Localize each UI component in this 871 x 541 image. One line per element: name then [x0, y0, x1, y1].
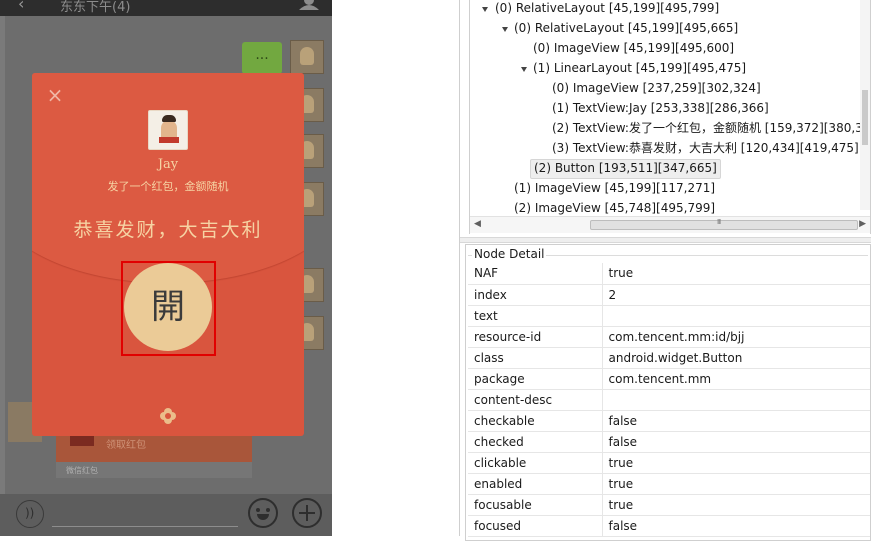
property-name: focusable	[468, 494, 603, 516]
scroll-left-arrow-icon[interactable]: ◀	[474, 219, 481, 229]
device-screenshot[interactable]: ‹ 东东下午(4) ... 领取红包 微信红包 )) × Jay 发了一个红包，…	[0, 0, 332, 536]
property-value[interactable]: android.widget.Button	[602, 347, 870, 369]
tree-vertical-scrollbar[interactable]	[860, 0, 870, 210]
property-name: clickable	[468, 452, 603, 474]
table-row[interactable]: class android.widget.Button	[468, 347, 870, 369]
table-row[interactable]: checked false	[468, 431, 870, 453]
table-row[interactable]: resource-id com.tencent.mm:id/bjj	[468, 326, 870, 348]
property-name: NAF	[468, 263, 603, 285]
sender-name: Jay	[157, 157, 179, 172]
emoji-icon[interactable]	[248, 498, 278, 528]
scrollbar-grip: III	[717, 218, 721, 226]
chat-title: 东东下午(4)	[60, 0, 131, 15]
table-row[interactable]: NAF true	[468, 263, 870, 285]
property-name: focused	[468, 515, 603, 537]
horizontal-splitter[interactable]	[460, 237, 871, 243]
tree-node[interactable]: (0) RelativeLayout [45,199][495,799]	[492, 0, 722, 20]
scrollbar-thumb[interactable]	[590, 220, 858, 230]
property-name: enabled	[468, 473, 603, 495]
node-detail-table: NAF true index 2 text resource-id com.tence…	[468, 263, 870, 537]
red-packet-dialog: × Jay 发了一个红包，金额随机 恭喜发财，大吉大利 開	[32, 73, 304, 436]
tree-node[interactable]: (1) LinearLayout [45,199][495,475]	[530, 60, 749, 80]
red-packet-subtitle: 发了一个红包，金额随机	[107, 180, 229, 193]
table-row[interactable]: content-desc	[468, 389, 870, 411]
tree-node-selected[interactable]: (2) Button [193,511][347,665]	[530, 159, 721, 179]
text-input[interactable]	[52, 526, 238, 527]
property-value[interactable]: false	[602, 515, 870, 537]
chat-input-bar: ))	[0, 494, 332, 536]
property-value[interactable]	[602, 305, 870, 327]
expand-toggle-icon[interactable]	[521, 67, 527, 72]
table-row[interactable]: clickable true	[468, 452, 870, 474]
tree-node[interactable]: (2) TextView:发了一个红包，金额随机 [159,372][380,3…	[549, 120, 870, 140]
table-row[interactable]: enabled true	[468, 473, 870, 495]
tree-node[interactable]: (0) RelativeLayout [45,199][495,665]	[511, 20, 741, 40]
red-packet-message-label: 领取红包	[106, 440, 146, 451]
tree-node[interactable]: (3) TextView:恭喜发财，大吉大利 [120,434][419,475…	[549, 140, 862, 160]
property-value[interactable]: false	[602, 431, 870, 453]
selected-node-highlight	[121, 261, 216, 356]
hierarchy-tree[interactable]: (0) RelativeLayout [45,199][495,799] (0)…	[469, 0, 871, 234]
expand-toggle-icon[interactable]	[502, 27, 508, 32]
property-value[interactable]: true	[602, 494, 870, 516]
node-detail-title: Node Detail	[472, 247, 547, 261]
table-row[interactable]: package com.tencent.mm	[468, 368, 870, 390]
property-value[interactable]: 2	[602, 284, 870, 306]
tree-horizontal-scrollbar[interactable]: ◀ III ▶	[470, 216, 870, 233]
property-name: checkable	[468, 410, 603, 432]
tree-node[interactable]: (0) ImageView [237,259][302,324]	[549, 80, 764, 100]
red-packet-message-footer: 微信红包	[56, 462, 252, 478]
property-value[interactable]: com.tencent.mm	[602, 368, 870, 390]
group-members-icon[interactable]	[296, 0, 322, 10]
property-name: content-desc	[468, 389, 603, 411]
property-name: index	[468, 284, 603, 306]
tree-node[interactable]: (0) ImageView [45,199][495,600]	[530, 40, 737, 60]
pane-splitter[interactable]	[332, 0, 460, 536]
sender-avatar-image	[148, 110, 188, 150]
table-row[interactable]: focusable true	[468, 494, 870, 516]
property-value[interactable]: true	[602, 452, 870, 474]
scroll-right-arrow-icon[interactable]: ▶	[859, 219, 866, 229]
property-value[interactable]: true	[602, 263, 870, 285]
close-icon[interactable]: ×	[46, 85, 64, 105]
node-detail-panel: Node Detail NAF true index 2 text resource…	[465, 244, 871, 541]
back-arrow-icon[interactable]: ‹	[18, 0, 24, 13]
scrollbar-thumb[interactable]	[862, 90, 868, 145]
property-name: package	[468, 368, 603, 390]
flower-icon	[160, 408, 176, 424]
plus-icon[interactable]	[292, 498, 322, 528]
property-value[interactable]: com.tencent.mm:id/bjj	[602, 326, 870, 348]
red-packet-wish: 恭喜发财，大吉大利	[73, 219, 263, 241]
chat-bubble: ...	[242, 42, 282, 74]
expand-toggle-icon[interactable]	[482, 7, 488, 12]
property-value[interactable]	[602, 389, 870, 411]
tree-node[interactable]: (1) ImageView [45,199][117,271]	[511, 180, 718, 200]
property-name: checked	[468, 431, 603, 453]
voice-icon[interactable]: ))	[16, 500, 44, 528]
property-name: text	[468, 305, 603, 327]
table-row[interactable]: index 2	[468, 284, 870, 306]
property-value[interactable]: true	[602, 473, 870, 495]
table-row[interactable]: text	[468, 305, 870, 327]
property-name: resource-id	[468, 326, 603, 348]
chat-header: ‹ 东东下午(4)	[0, 0, 332, 16]
property-value[interactable]: false	[602, 410, 870, 432]
table-row[interactable]: focused false	[468, 515, 870, 537]
chat-avatar	[290, 40, 324, 74]
tree-node[interactable]: (1) TextView:Jay [253,338][286,366]	[549, 100, 772, 120]
table-row[interactable]: checkable false	[468, 410, 870, 432]
property-name: class	[468, 347, 603, 369]
